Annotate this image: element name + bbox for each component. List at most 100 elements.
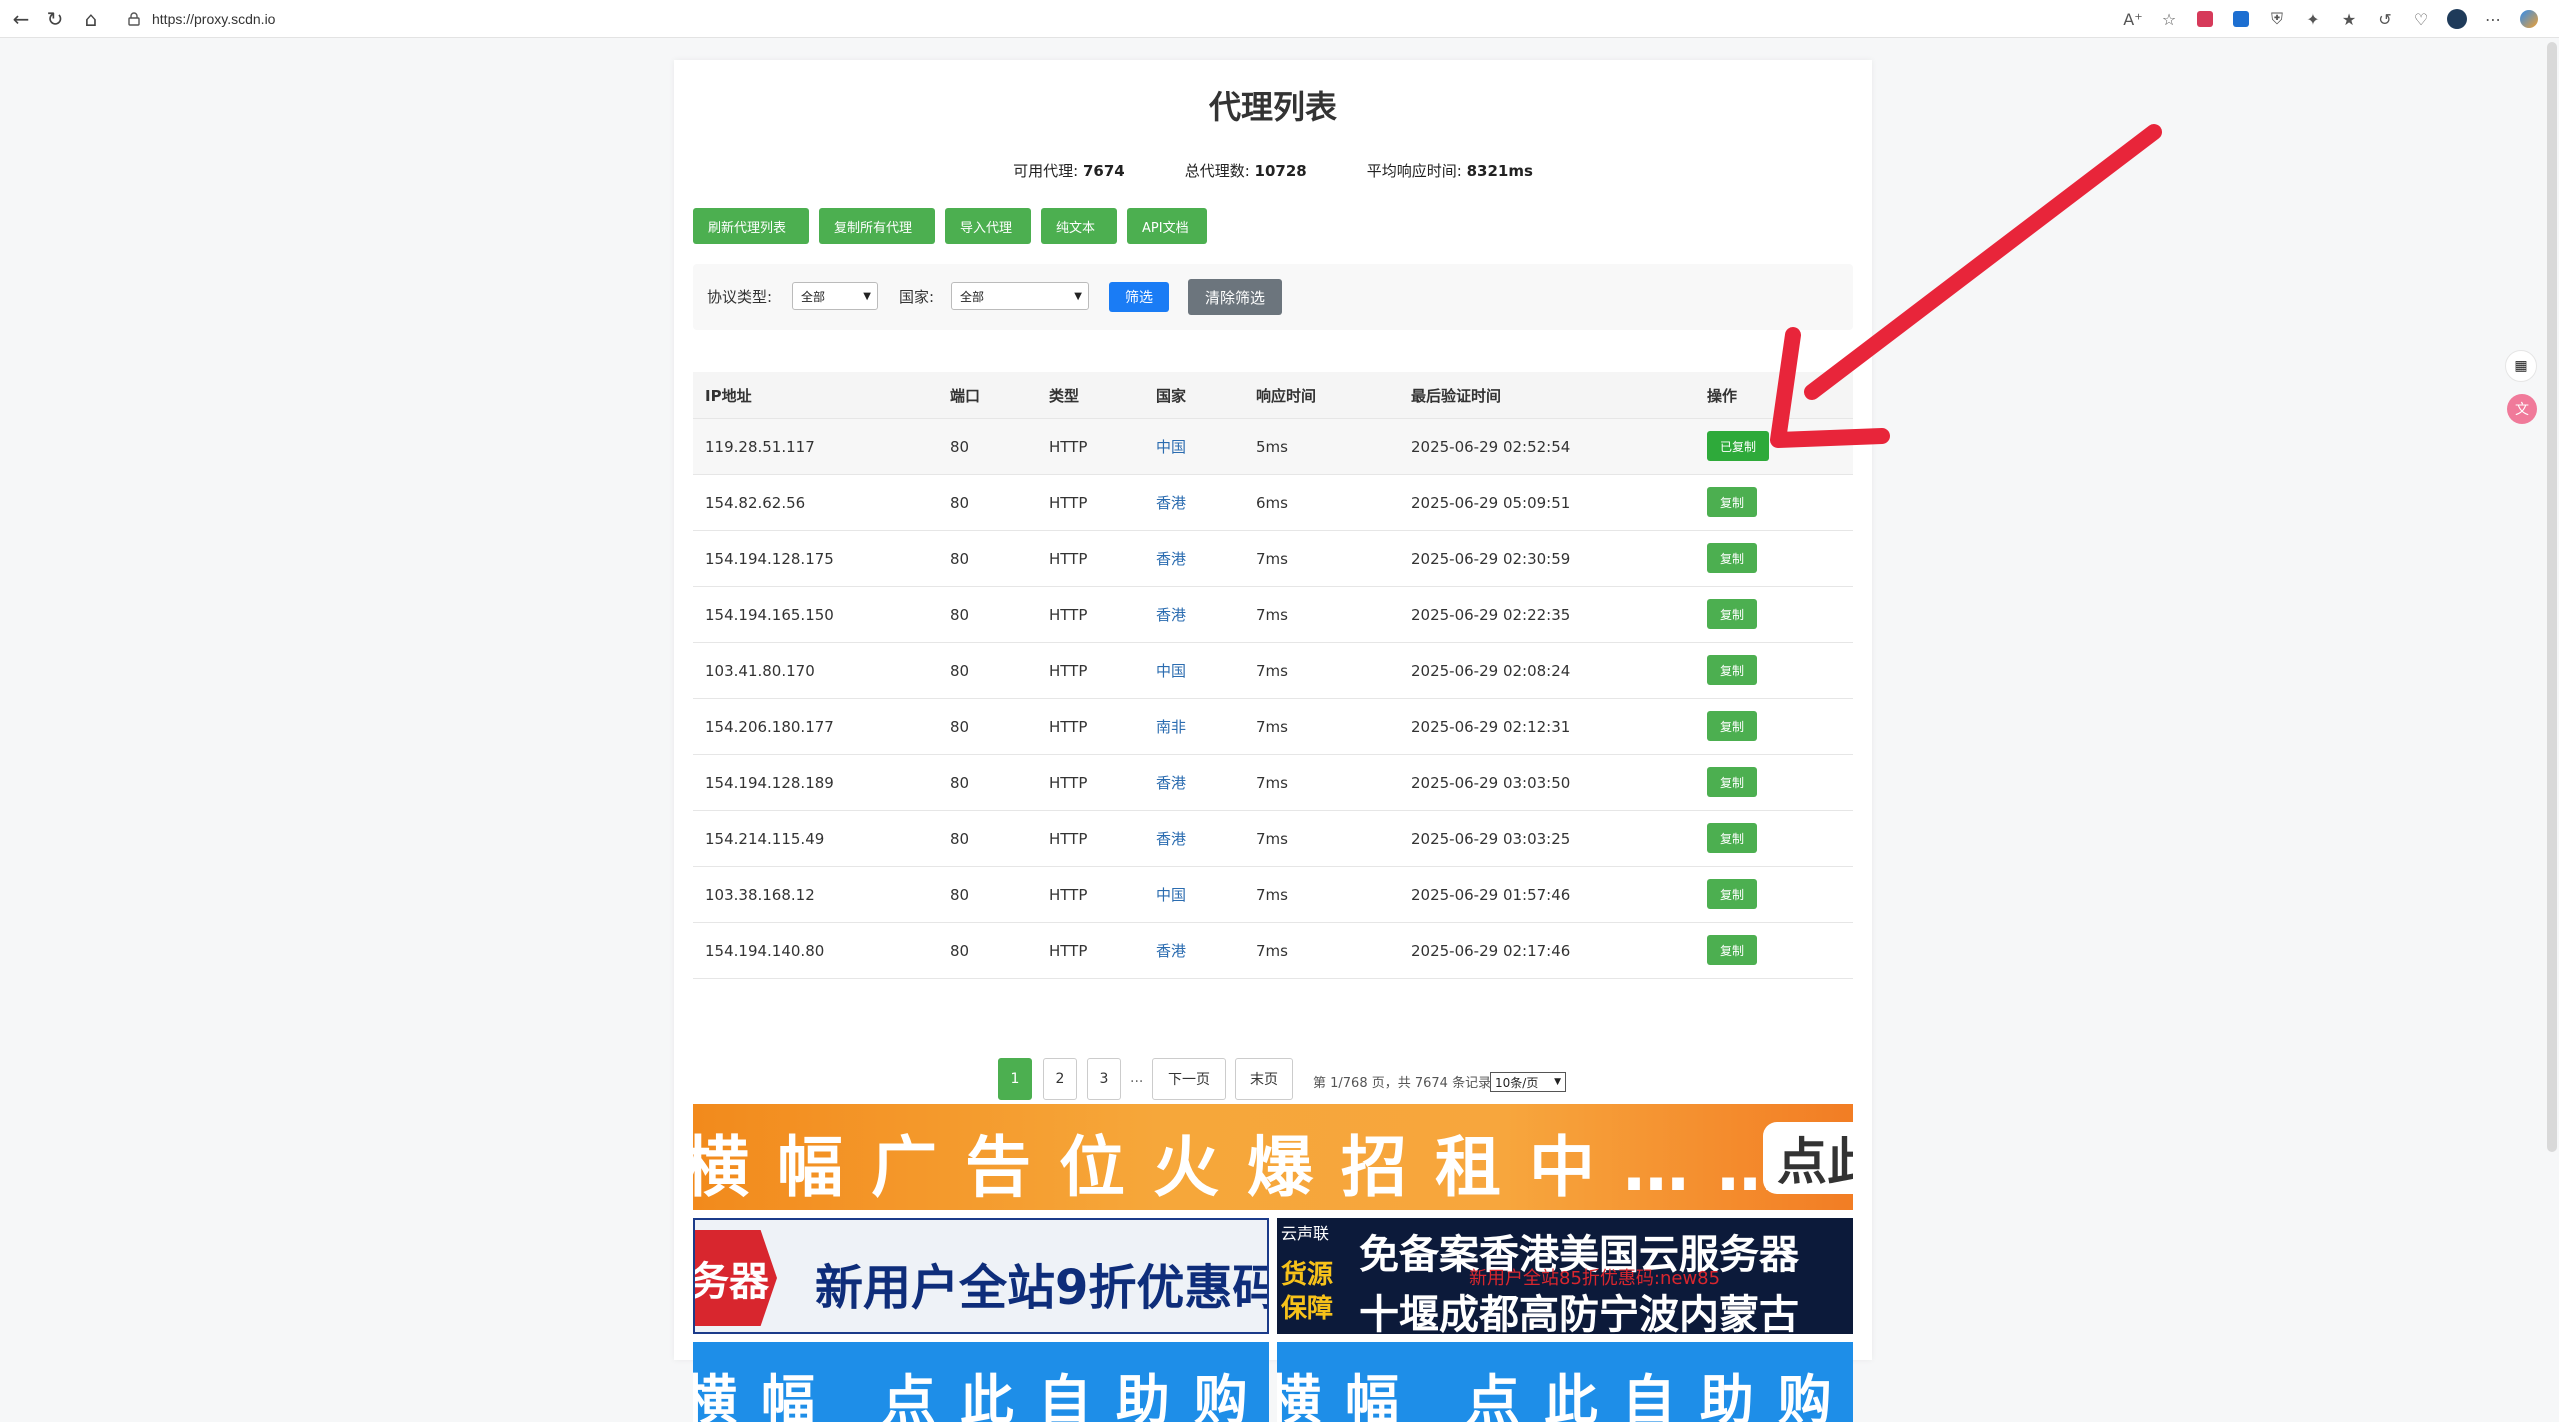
cell-response-time: 5ms [1256,437,1288,456]
ad-banner-bottom-right[interactable]: 横幅 点此自助购 [1277,1342,1853,1422]
url-text: https://proxy.scdn.io [152,11,276,27]
clear-filter-button[interactable]: 清除筛选 [1188,279,1282,315]
country-label: 国家: [899,288,935,306]
address-bar[interactable]: https://proxy.scdn.io [118,3,2158,35]
ad-banner-discount[interactable]: 务器 新用户全站9折优惠码 [693,1218,1269,1334]
cell-country[interactable]: 香港 [1156,772,1186,793]
page-size-value: 10条/页 [1495,1075,1539,1090]
copy-button[interactable]: 复制 [1707,767,1757,797]
heart-icon[interactable]: ♡ [2409,7,2433,31]
stats-bar: 可用代理: 7674 总代理数: 10728 平均响应时间: 8321ms [674,160,1872,181]
cell-country[interactable]: 香港 [1156,828,1186,849]
cell-port: 80 [950,493,970,512]
extension-puzzle-icon[interactable]: ✦ [2301,7,2325,31]
filter-button[interactable]: 筛选 [1109,282,1169,312]
back-icon[interactable]: ← [8,6,34,32]
protocol-label: 协议类型: [707,288,773,306]
home-icon[interactable]: ⌂ [78,6,104,32]
avatar-icon[interactable] [2445,7,2469,31]
cell-verified-time: 2025-06-29 02:12:31 [1411,717,1571,736]
copy-button[interactable]: 复制 [1707,823,1757,853]
last-page-button[interactable]: 末页 [1235,1058,1293,1100]
cell-type: HTTP [1049,437,1088,456]
translate-icon[interactable]: 文 [2507,394,2537,424]
cell-verified-time: 2025-06-29 03:03:50 [1411,773,1571,792]
toolbar-icons: A⁺ ☆ ⛨ ✦ ★ ↺ ♡ ⋯ [2115,0,2547,38]
protocol-select-value: 全部 [801,289,826,304]
extension-red-icon[interactable] [2193,7,2217,31]
cell-port: 80 [950,941,970,960]
ad-discount-text: 新用户全站9折优惠码 [815,1260,1269,1316]
ad-cloud-side: 货源保障 [1281,1260,1334,1324]
copy-button[interactable]: 复制 [1707,655,1757,685]
protocol-select[interactable]: 全部 ▼ [792,282,878,310]
copy-button[interactable]: 复制 [1707,487,1757,517]
header-country: 国家 [1156,386,1187,405]
filter-panel: 协议类型: 全部 ▼ 国家: 全部 ▼ 筛选 清除筛选 [693,264,1853,330]
more-icon[interactable]: ⋯ [2481,7,2505,31]
read-aloud-icon[interactable]: A⁺ [2121,7,2145,31]
cell-response-time: 7ms [1256,773,1288,792]
header-response: 响应时间 [1256,386,1317,405]
cell-country[interactable]: 香港 [1156,940,1186,961]
ad-banner-click[interactable]: 点此 [1763,1122,1853,1194]
cell-response-time: 6ms [1256,493,1288,512]
ad-banner-bottom-left[interactable]: 横幅 点此自助购 [693,1342,1269,1422]
copy-all-button[interactable]: 复制所有代理 [819,208,935,244]
cell-country[interactable]: 南非 [1156,716,1186,737]
next-page-button[interactable]: 下一页 [1152,1058,1226,1100]
cell-country[interactable]: 中国 [1156,436,1186,457]
table-row: 119.28.51.117 80 HTTP 中国 5ms 2025-06-29 02:52… [693,419,1853,475]
cell-ip: 103.41.80.170 [705,661,815,680]
cell-country[interactable]: 香港 [1156,548,1186,569]
shield-icon[interactable]: ⛨ [2265,7,2289,31]
reload-icon[interactable]: ↻ [42,6,68,32]
ad-banner-top-text: 横幅广告位火爆招租中…… [693,1129,1811,1206]
plain-text-button[interactable]: 纯文本 [1041,208,1117,244]
country-select-value: 全部 [960,289,985,304]
cell-response-time: 7ms [1256,829,1288,848]
api-docs-button[interactable]: API文档 [1127,208,1207,244]
total-stat: 总代理数: 10728 [1184,162,1307,180]
ad-banner-cloud[interactable]: 云声联 货源保障 免备案香港美国云服务器 新用户全站85折优惠码:new85 十… [1277,1218,1853,1334]
header-verified: 最后验证时间 [1411,386,1502,405]
cell-country[interactable]: 中国 [1156,884,1186,905]
favorites-icon[interactable]: ★ [2337,7,2361,31]
ad-banner-top[interactable]: 横幅广告位火爆招租中…… 点此 [693,1104,1853,1210]
cell-port: 80 [950,885,970,904]
copied-button[interactable]: 已复制 [1707,431,1769,461]
browser-toolbar: ← ↻ ⌂ https://proxy.scdn.io A⁺ ☆ ⛨ ✦ ★ ↺… [0,0,2559,38]
page-size-select[interactable]: 10条/页 ▼ [1490,1072,1566,1092]
cell-verified-time: 2025-06-29 02:22:35 [1411,605,1571,624]
import-proxy-button[interactable]: 导入代理 [945,208,1031,244]
cell-response-time: 7ms [1256,717,1288,736]
page-1-button[interactable]: 1 [998,1058,1032,1100]
cell-ip: 103.38.168.12 [705,885,815,904]
cell-type: HTTP [1049,661,1088,680]
copy-button[interactable]: 复制 [1707,879,1757,909]
page-3-button[interactable]: 3 [1087,1058,1121,1100]
page-2-button[interactable]: 2 [1043,1058,1077,1100]
copy-button[interactable]: 复制 [1707,935,1757,965]
cell-country[interactable]: 香港 [1156,604,1186,625]
cell-country[interactable]: 中国 [1156,660,1186,681]
lock-icon [128,12,142,26]
chevron-down-icon: ▼ [1074,291,1082,302]
cell-verified-time: 2025-06-29 02:17:46 [1411,941,1571,960]
favorite-star-icon[interactable]: ☆ [2157,7,2181,31]
refresh-list-button[interactable]: 刷新代理列表 [693,208,809,244]
copy-button[interactable]: 复制 [1707,711,1757,741]
cell-country[interactable]: 香港 [1156,492,1186,513]
history-icon[interactable]: ↺ [2373,7,2397,31]
copilot-icon[interactable] [2517,7,2541,31]
page-title: 代理列表 [1208,88,1337,126]
scrollbar[interactable] [2547,42,2557,1152]
copy-button[interactable]: 复制 [1707,543,1757,573]
cell-verified-time: 2025-06-29 03:03:25 [1411,829,1571,848]
cell-type: HTTP [1049,493,1088,512]
cell-type: HTTP [1049,941,1088,960]
copy-button[interactable]: 复制 [1707,599,1757,629]
extension-blue-icon[interactable] [2229,7,2253,31]
country-select[interactable]: 全部 ▼ [951,282,1089,310]
qr-code-icon[interactable]: ▦ [2505,350,2537,382]
